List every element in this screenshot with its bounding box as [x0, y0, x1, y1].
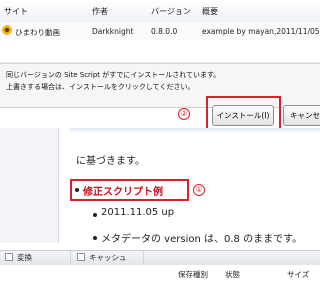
column-header-author[interactable]: 作者: [92, 6, 108, 17]
bullet-dot: [93, 236, 97, 240]
column-header-site[interactable]: サイト: [4, 6, 28, 17]
row-summary: example by mayan,2011/11/05: [202, 27, 320, 36]
install-button[interactable]: インストール(I): [212, 105, 274, 126]
status-bar: [0, 265, 320, 285]
sunflower-icon: [2, 25, 12, 35]
toolbar-divider: [70, 251, 71, 264]
cache-label[interactable]: キャッシュ: [89, 252, 127, 263]
row-version: 0.8.0.0: [151, 27, 178, 36]
list-item: 2011.11.05 up: [101, 207, 175, 218]
toolbar-divider: [143, 251, 144, 264]
column-state[interactable]: 状態: [225, 269, 240, 280]
cancel-button[interactable]: キャンセル: [283, 105, 320, 126]
column-save-type[interactable]: 保存種別: [178, 269, 208, 280]
column-header-summary[interactable]: 概要: [202, 6, 218, 17]
notification-line-2: 上書きする場合は、インストールをクリックしてください。: [6, 83, 195, 91]
column-header-version[interactable]: バージョン: [151, 6, 191, 17]
left-panel: [0, 128, 59, 243]
document-top-rule: [70, 128, 320, 133]
bottom-toolbar: [0, 250, 320, 266]
annotation-marker-2: ②: [178, 108, 190, 120]
convert-label[interactable]: 変換: [17, 252, 32, 263]
table-empty-area: [0, 40, 320, 63]
bullet-dot: [93, 213, 97, 217]
annotation-marker-1: ①: [193, 184, 205, 196]
convert-checkbox[interactable]: [5, 253, 13, 261]
column-size[interactable]: サイズ: [287, 269, 309, 280]
list-item: メタデータの version は、0.8 のままです。: [101, 234, 303, 245]
row-author: Darkknight: [92, 27, 134, 36]
document-intro-text: に基づきます。: [76, 156, 145, 167]
row-site: ひまわり動画: [15, 28, 60, 37]
cache-checkbox[interactable]: [77, 253, 85, 261]
notification-line-1: 同じバージョンの Site Script がすでにインストールされています。: [6, 71, 221, 79]
annotation-frame-heading: [70, 179, 189, 201]
